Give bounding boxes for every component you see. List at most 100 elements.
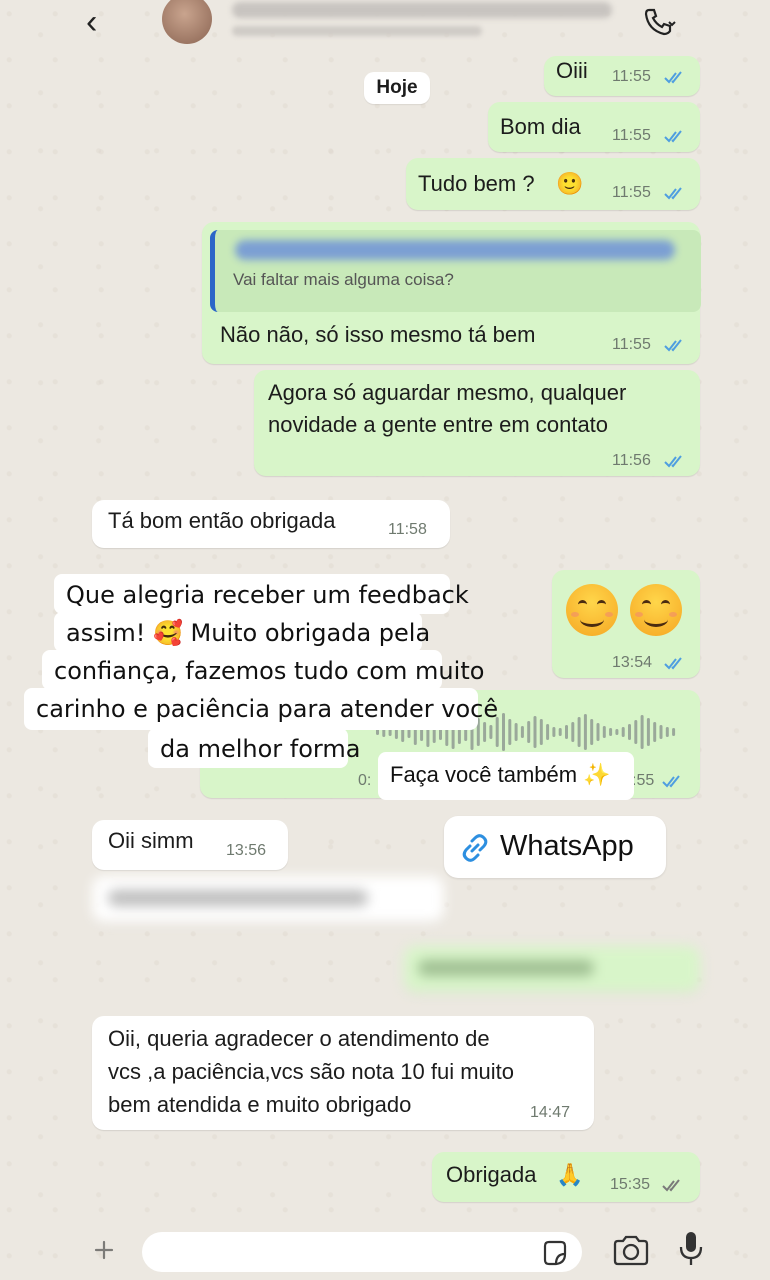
link-label: WhatsApp: [500, 830, 634, 862]
contact-name[interactable]: [232, 2, 612, 18]
date-separator: Hoje: [364, 72, 430, 104]
waveform-bar: [571, 722, 575, 742]
attach-plus-icon[interactable]: [94, 1238, 114, 1262]
message-time: 11:56: [612, 452, 651, 469]
delivered-receipt-icon: [662, 1179, 680, 1192]
read-receipt-icon: [664, 71, 682, 84]
smiling-face-emoji: [566, 584, 618, 636]
waveform-bar: [659, 725, 663, 739]
avatar[interactable]: [162, 0, 212, 44]
message-text-line: vcs ,a paciência,vcs são nota 10 fui mui…: [108, 1059, 514, 1084]
quoted-text: Vai faltar mais alguma coisa?: [233, 270, 454, 289]
audio-duration: 0:: [358, 772, 372, 789]
read-receipt-icon: [664, 187, 682, 200]
waveform-bar: [672, 728, 676, 736]
message-text: Obrigada: [446, 1162, 537, 1187]
overlay-text-line: Que alegria receber um feedback: [66, 581, 469, 609]
waveform-bar: [489, 725, 493, 739]
waveform-bar: [583, 714, 587, 750]
link-icon: [462, 834, 488, 862]
message-text: Não não, só isso mesmo tá bem: [220, 322, 536, 347]
waveform-bar: [565, 725, 568, 739]
message-time: 11:55: [612, 184, 651, 201]
message-text-line: Agora só aguardar mesmo, qualquer: [268, 380, 627, 405]
message-bubble-outgoing[interactable]: Agora só aguardar mesmo, qualquer novida…: [254, 370, 700, 476]
message-bubble-incoming[interactable]: Tá bom então obrigada 11:58: [92, 500, 450, 548]
waveform-bar: [552, 727, 556, 737]
smiling-face-emoji: [630, 584, 682, 636]
message-bubble-incoming-blurred[interactable]: [92, 876, 444, 922]
whatsapp-link-sticker[interactable]: WhatsApp: [444, 816, 666, 878]
message-bubble-outgoing[interactable]: Tudo bem ? 🙂 11:55: [406, 158, 700, 210]
message-time: 11:55: [612, 127, 651, 144]
waveform-bar: [628, 724, 631, 740]
message-input[interactable]: [142, 1232, 582, 1272]
waveform-bar: [653, 722, 657, 742]
waveform-bar: [640, 715, 644, 749]
waveform-bar: [596, 723, 600, 741]
read-receipt-icon: [664, 130, 682, 143]
waveform-bar: [615, 729, 619, 735]
read-receipt-icon: [662, 775, 680, 788]
waveform-bar: [502, 713, 505, 751]
read-receipt-icon: [664, 339, 682, 352]
message-bubble-outgoing[interactable]: Obrigada 🙏 15:35: [432, 1152, 700, 1202]
message-time: 11:58: [388, 521, 427, 538]
message-bubble-incoming[interactable]: Oii simm 13:56: [92, 820, 288, 870]
waveform-bar: [602, 726, 606, 738]
waveform-bar: [590, 719, 594, 745]
smile-emoji: 🙂: [556, 171, 584, 196]
message-text: Oiii: [556, 58, 588, 83]
waveform-bar: [558, 728, 562, 736]
overlay-text-line: da melhor forma: [160, 735, 361, 763]
message-bubble-incoming[interactable]: Oii, queria agradecer o atendimento de v…: [92, 1016, 594, 1130]
waveform-bar: [546, 724, 550, 740]
waveform-bar: [533, 716, 537, 748]
message-text-line: bem atendida e muito obrigado: [108, 1092, 412, 1117]
waveform-bar: [577, 717, 581, 747]
microphone-icon[interactable]: [678, 1230, 704, 1268]
back-icon[interactable]: ‹: [86, 4, 97, 40]
overlay-text-line: confiança, fazemos tudo com muito: [54, 657, 485, 685]
message-text: Oii simm: [108, 828, 194, 853]
read-receipt-icon: [664, 455, 682, 468]
camera-icon[interactable]: [612, 1234, 650, 1266]
message-bubble-outgoing[interactable]: Bom dia 11:55: [488, 102, 700, 152]
waveform-bar: [646, 718, 650, 746]
read-receipt-icon: [664, 657, 682, 670]
quoted-author: [235, 240, 675, 260]
sticker-icon[interactable]: [540, 1238, 570, 1268]
waveform-bar: [520, 726, 524, 738]
message-time: 14:47: [530, 1104, 571, 1121]
message-time: 13:56: [226, 842, 267, 859]
overlay-text-line: carinho e paciência para atender você: [36, 695, 499, 723]
waveform-bar: [539, 719, 543, 745]
message-time: 13:54: [612, 654, 653, 671]
message-bubble-outgoing-emoji[interactable]: 😊 😊 13:54: [552, 570, 700, 678]
waveform-bar: [609, 728, 613, 736]
message-bubble-outgoing[interactable]: Oiii 11:55: [544, 56, 700, 96]
waveform-bar: [508, 719, 512, 745]
waveform-bar: [527, 721, 531, 743]
message-time: :55: [632, 772, 655, 789]
message-text: Tá bom então obrigada: [108, 508, 336, 533]
quoted-message[interactable]: Vai faltar mais alguma coisa?: [210, 230, 701, 312]
overlay-text-line: assim! 🥰 Muito obrigada pela: [66, 619, 431, 647]
message-bubble-outgoing-blurred[interactable]: [404, 946, 700, 992]
praying-hands-emoji: 🙏: [556, 1162, 584, 1187]
cta-text: Faça você também ✨: [390, 762, 611, 787]
waveform-bar: [621, 727, 625, 737]
message-text: Tudo bem ?: [418, 171, 535, 196]
waveform-bar: [634, 720, 638, 744]
waveform-bar: [665, 727, 669, 737]
message-time: 11:55: [612, 68, 651, 85]
contact-status: [232, 26, 482, 36]
waveform-bar: [514, 723, 518, 741]
chat-header: ‹: [0, 0, 770, 48]
message-text: Bom dia: [500, 114, 581, 139]
phone-call-icon[interactable]: [640, 4, 676, 40]
message-text-line: Oii, queria agradecer o atendimento de: [108, 1026, 490, 1051]
message-time: 11:55: [612, 336, 651, 353]
message-text-line: novidade a gente entre em contato: [268, 412, 609, 437]
message-time: 15:35: [610, 1176, 651, 1193]
